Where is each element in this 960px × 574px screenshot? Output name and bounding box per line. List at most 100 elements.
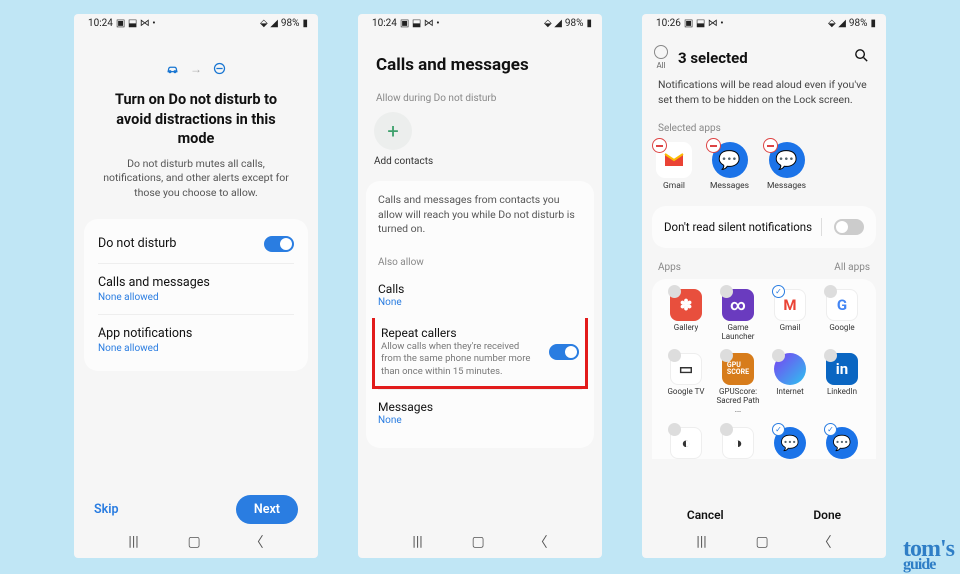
repeat-callers-row[interactable]: Repeat callers Allow calls when they're … — [372, 318, 588, 389]
status-bar: 10:24 ▣ ⬓ ⋈ • ⬙ ◢ 98% ▮ — [74, 14, 318, 31]
app-game-launcher[interactable]: ∞ Game Launcher — [714, 285, 762, 342]
nav-home[interactable]: ▢ — [472, 534, 485, 550]
apps-sub: None allowed — [98, 343, 159, 354]
app-linkedin[interactable]: in LinkedIn — [818, 349, 866, 414]
dnd-toggle[interactable] — [264, 236, 294, 252]
allow-card: Calls and messages from contacts you all… — [366, 181, 594, 448]
calls-sub: None — [378, 297, 404, 308]
app-google[interactable]: G Google — [818, 285, 866, 342]
status-battery: 98% — [849, 18, 868, 29]
app-gmail[interactable]: M Gmail — [766, 285, 814, 342]
selection-count: 3 selected — [678, 49, 853, 67]
watermark-logo: tom'sguide — [903, 540, 954, 572]
app-partial-1[interactable]: ◐ — [662, 423, 710, 459]
app-label: Messages — [710, 182, 749, 191]
messages-sub: None — [378, 415, 433, 426]
app-checkbox[interactable] — [772, 423, 785, 436]
app-checkbox[interactable] — [668, 285, 681, 298]
app-gpuscore[interactable]: GPUSCORE GPUScore: Sacred Path ... — [714, 349, 762, 414]
read-aloud-note: Notifications will be read aloud even if… — [642, 78, 886, 117]
repeat-desc: Allow calls when they're received from t… — [381, 341, 536, 378]
android-navbar: ||| ▢ 〈 — [74, 532, 318, 552]
screen-app-select: 10:26 ▣ ⬓ ⋈ • ⬙ ◢ 98% ▮ All 3 selected N… — [642, 14, 886, 558]
app-checkbox[interactable] — [720, 423, 733, 436]
next-button[interactable]: Next — [236, 495, 298, 524]
skip-button[interactable]: Skip — [94, 502, 119, 517]
calls-label: Calls and messages — [98, 275, 210, 290]
calls-row[interactable]: Calls None — [378, 272, 582, 318]
status-time: 10:24 — [88, 18, 113, 29]
app-notifications-row[interactable]: App notifications None allowed — [98, 314, 294, 365]
app-google-tv[interactable]: ▭ Google TV — [662, 349, 710, 414]
app-checkbox[interactable] — [720, 285, 733, 298]
app-checkbox[interactable] — [772, 285, 785, 298]
tab-all-apps[interactable]: All apps — [834, 262, 870, 273]
search-icon[interactable] — [853, 47, 870, 68]
app-grid: ✽ Gallery ∞ Game Launcher M Gmail G Goog… — [652, 279, 876, 459]
car-icon — [165, 61, 180, 76]
add-contacts-button[interactable]: + — [374, 112, 412, 150]
nav-back[interactable]: 〈 — [250, 532, 264, 552]
add-contacts-label: Add contacts — [358, 150, 602, 181]
app-gallery[interactable]: ✽ Gallery — [662, 285, 710, 342]
app-label: Game Launcher — [714, 324, 762, 342]
selected-app-gmail[interactable]: Gmail — [656, 142, 692, 191]
status-bar: 10:26 ▣ ⬓ ⋈ • ⬙ ◢ 98% ▮ — [642, 14, 886, 31]
silent-notifications-row[interactable]: Don't read silent notifications — [652, 206, 876, 248]
nav-recents[interactable]: ||| — [128, 534, 138, 550]
app-internet[interactable]: Internet — [766, 349, 814, 414]
nav-home[interactable]: ▢ — [756, 534, 769, 550]
messages-row[interactable]: Messages None — [378, 389, 582, 436]
screen-dnd-setup: 10:24 ▣ ⬓ ⋈ • ⬙ ◢ 98% ▮ → Turn on Do not… — [74, 14, 318, 558]
page-title: Turn on Do not disturb to avoid distract… — [74, 90, 318, 149]
select-all[interactable]: All — [654, 45, 668, 70]
mode-icons: → — [74, 61, 318, 76]
nav-recents[interactable]: ||| — [412, 534, 422, 550]
selected-apps-label: Selected apps — [642, 117, 886, 138]
cancel-button[interactable]: Cancel — [687, 508, 724, 522]
app-label: Messages — [767, 182, 806, 191]
app-checkbox[interactable] — [668, 423, 681, 436]
battery-icon: ▮ — [302, 18, 308, 29]
page-title: Calls and messages — [358, 31, 602, 93]
status-time: 10:24 — [372, 18, 397, 29]
nav-back[interactable]: 〈 — [534, 532, 548, 552]
calls-messages-row[interactable]: Calls and messages None allowed — [98, 263, 294, 314]
selected-app-messages-1[interactable]: 💬 Messages — [710, 142, 749, 191]
app-label: Internet — [776, 388, 803, 397]
dnd-toggle-row[interactable]: Do not disturb — [98, 225, 294, 263]
select-all-label: All — [656, 61, 665, 70]
app-label: LinkedIn — [827, 388, 857, 397]
select-all-checkbox[interactable] — [654, 45, 668, 59]
app-label: Gallery — [674, 324, 699, 333]
selected-app-messages-2[interactable]: 💬 Messages — [767, 142, 806, 191]
status-wifi-icon: ⬙ ◢ — [828, 18, 846, 29]
app-checkbox[interactable] — [824, 285, 837, 298]
app-source-tabs: Apps All apps — [642, 256, 886, 275]
android-navbar: ||| ▢ 〈 — [358, 532, 602, 552]
repeat-toggle[interactable] — [549, 344, 579, 360]
app-partial-2[interactable]: ◑ — [714, 423, 762, 459]
nav-home[interactable]: ▢ — [188, 534, 201, 550]
status-battery: 98% — [281, 18, 300, 29]
app-label: Gmail — [780, 324, 801, 333]
status-icons-left: ▣ ⬓ ⋈ • — [400, 18, 440, 29]
silent-toggle[interactable] — [834, 219, 864, 235]
app-label: GPUScore: Sacred Path ... — [714, 388, 762, 414]
nav-recents[interactable]: ||| — [696, 534, 706, 550]
calls-sub: None allowed — [98, 292, 159, 303]
status-wifi-icon: ⬙ ◢ — [544, 18, 562, 29]
app-label: Google TV — [667, 388, 704, 397]
tab-apps[interactable]: Apps — [658, 262, 681, 273]
settings-card: Do not disturb Calls and messages None a… — [84, 219, 308, 371]
nav-back[interactable]: 〈 — [818, 532, 832, 552]
status-icons-left: ▣ ⬓ ⋈ • — [116, 18, 156, 29]
done-button[interactable]: Done — [813, 508, 841, 522]
battery-icon: ▮ — [586, 18, 592, 29]
app-partial-4[interactable]: 💬 — [818, 423, 866, 459]
arrow-icon: → — [190, 62, 202, 76]
app-checkbox[interactable] — [824, 423, 837, 436]
dnd-label: Do not disturb — [98, 236, 176, 251]
also-allow-label: Also allow — [378, 257, 582, 268]
app-partial-3[interactable]: 💬 — [766, 423, 814, 459]
